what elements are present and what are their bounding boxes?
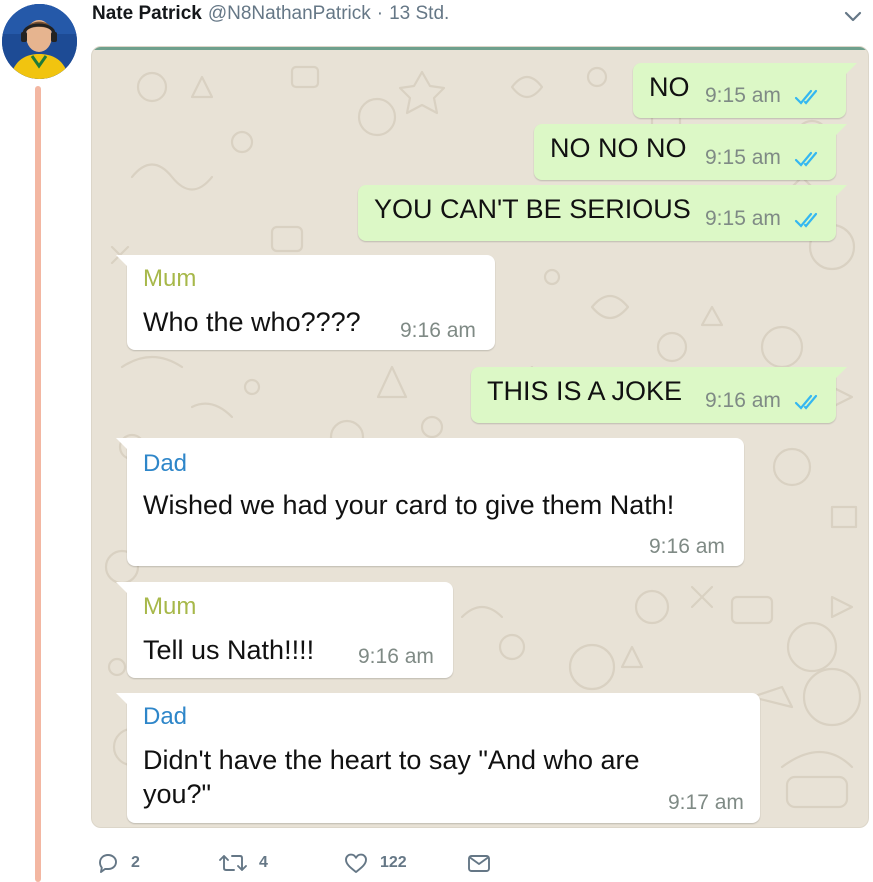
reply-icon <box>99 854 117 873</box>
chat-message-incoming: Mum Who the who???? 9:16 am <box>116 255 495 350</box>
author-avatar[interactable] <box>2 4 77 79</box>
message-text: THIS IS A JOKE <box>487 376 683 406</box>
heart-icon <box>345 853 367 873</box>
author-handle[interactable]: @N8NathanPatrick <box>208 3 371 25</box>
message-time: 9:15 am <box>705 207 781 230</box>
sender-name: Mum <box>143 593 197 620</box>
message-time: 9:15 am <box>705 146 781 169</box>
tweet-timestamp[interactable]: 13 Std. <box>389 3 449 25</box>
tweet-menu-button[interactable] <box>838 6 868 28</box>
message-text: YOU CAN'T BE SERIOUS <box>374 194 691 224</box>
like-count: 122 <box>380 854 407 871</box>
sender-name: Dad <box>143 703 188 730</box>
tweet-header: Nate Patrick @N8NathanPatrick · 13 Std. <box>92 3 449 29</box>
chat-topline <box>92 47 868 50</box>
message-text: Wished we had your card to give them Nat… <box>143 490 675 520</box>
chat-screenshot[interactable]: NO 9:15 am NO NO NO 9:15 am YOU CAN'T BE… <box>91 46 869 828</box>
reply-count: 2 <box>131 854 140 871</box>
message-text: Who the who???? <box>143 307 361 337</box>
read-receipt-icon <box>794 151 818 167</box>
sender-name: Mum <box>143 265 197 292</box>
message-time: 9:16 am <box>649 535 725 558</box>
chat-message-outgoing: NO 9:15 am <box>633 63 857 118</box>
chat-message-outgoing: THIS IS A JOKE 9:16 am <box>471 367 847 423</box>
chat-message-outgoing: YOU CAN'T BE SERIOUS 9:15 am <box>358 185 847 241</box>
reply-button[interactable]: 2 <box>96 848 140 878</box>
message-text: Tell us Nath!!!! <box>143 635 315 665</box>
message-time: 9:16 am <box>400 319 476 342</box>
author-name[interactable]: Nate Patrick <box>92 3 202 25</box>
message-time: 9:16 am <box>358 645 434 668</box>
message-time: 9:15 am <box>705 84 781 107</box>
chat-message-incoming: Dad Wished we had your card to give them… <box>116 438 744 566</box>
tweet-actions: 2 4 122 <box>96 848 696 880</box>
separator-dot: · <box>376 3 384 24</box>
message-text-line-1: Didn't have the heart to say "And who ar… <box>143 745 640 775</box>
message-text-line-2: you?" <box>143 779 212 809</box>
message-time: 9:16 am <box>705 389 781 412</box>
message-time: 9:17 am <box>668 791 744 814</box>
read-receipt-icon <box>794 212 818 228</box>
thread-line <box>35 86 41 882</box>
chat-message-outgoing: NO NO NO 9:15 am <box>534 124 847 180</box>
retweet-count: 4 <box>259 854 268 871</box>
message-text: NO NO NO <box>550 133 687 163</box>
read-receipt-icon <box>794 89 818 105</box>
chat-message-incoming: Dad Didn't have the heart to say "And wh… <box>116 693 760 823</box>
read-receipt-icon <box>794 394 818 410</box>
retweet-icon <box>219 855 247 871</box>
like-button[interactable]: 122 <box>343 848 407 878</box>
sender-name: Dad <box>143 450 188 477</box>
retweet-button[interactable]: 4 <box>218 848 268 878</box>
message-text: NO <box>649 72 690 102</box>
chat-message-incoming: Mum Tell us Nath!!!! 9:16 am <box>116 582 453 678</box>
direct-message-button[interactable] <box>466 848 492 878</box>
envelope-icon <box>468 855 490 872</box>
chevron-down-icon <box>844 11 862 22</box>
